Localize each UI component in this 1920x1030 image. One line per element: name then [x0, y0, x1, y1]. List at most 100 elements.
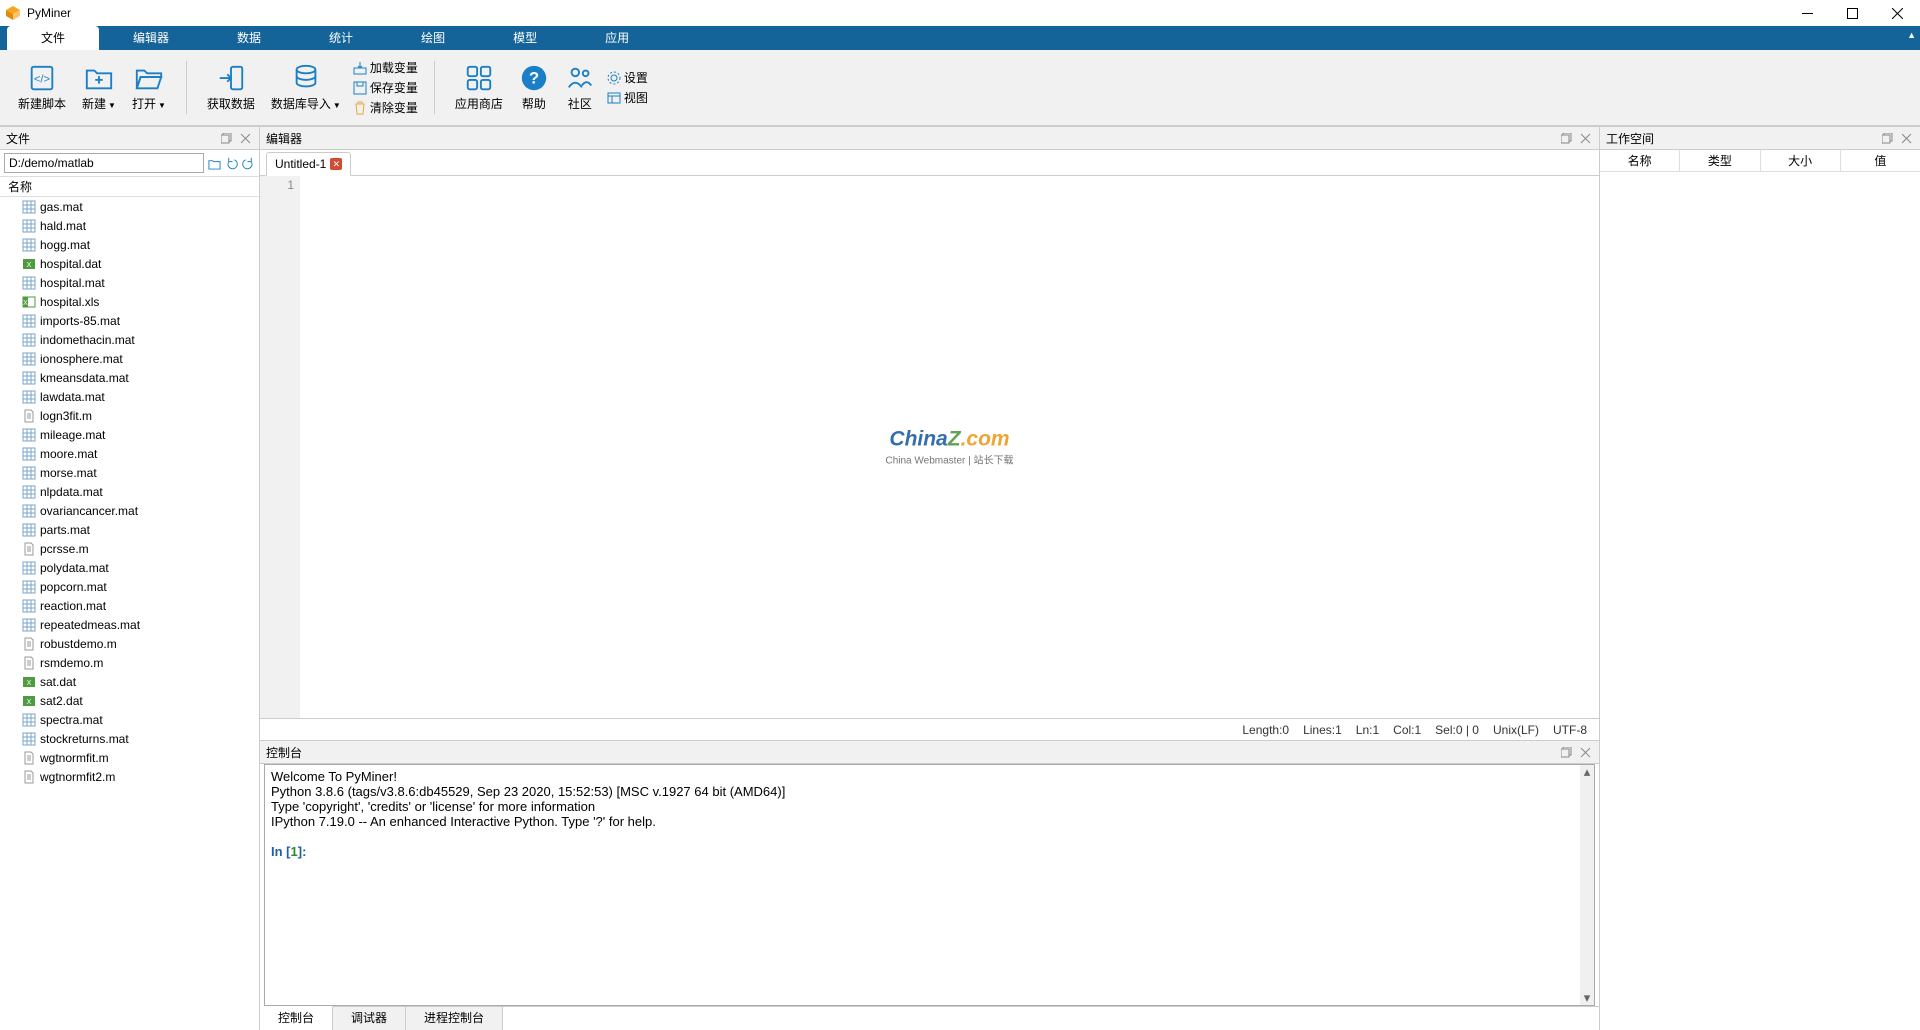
- get-data-button[interactable]: 获取数据: [199, 61, 263, 114]
- file-item[interactable]: Xhospital.dat: [0, 254, 259, 273]
- ribbon-tab-3[interactable]: 统计: [295, 26, 387, 50]
- console-tab[interactable]: 进程控制台: [406, 1007, 503, 1030]
- file-item[interactable]: stockreturns.mat: [0, 729, 259, 748]
- ribbon-tab-0[interactable]: 文件: [7, 26, 99, 50]
- undo-icon[interactable]: [224, 156, 238, 170]
- file-item[interactable]: hald.mat: [0, 216, 259, 235]
- file-item[interactable]: reaction.mat: [0, 596, 259, 615]
- file-item[interactable]: wgtnormfit2.m: [0, 767, 259, 786]
- file-item[interactable]: logn3fit.m: [0, 406, 259, 425]
- clear-var-button[interactable]: 清除变量: [349, 98, 422, 118]
- close-button[interactable]: [1875, 0, 1920, 26]
- file-icon: [22, 618, 36, 632]
- save-var-button[interactable]: 保存变量: [349, 78, 422, 98]
- ribbon-tabs: 文件编辑器数据统计绘图模型应用 ▲: [0, 26, 1920, 50]
- view-button[interactable]: 视图: [603, 88, 652, 108]
- db-import-button[interactable]: 数据库导入▼: [263, 61, 349, 114]
- pane-close-icon[interactable]: [1577, 130, 1593, 146]
- file-item[interactable]: ovariancancer.mat: [0, 501, 259, 520]
- ribbon-tab-2[interactable]: 数据: [203, 26, 295, 50]
- minimize-button[interactable]: [1785, 0, 1830, 26]
- file-item[interactable]: morse.mat: [0, 463, 259, 482]
- file-icon: [22, 751, 36, 765]
- file-item[interactable]: imports-85.mat: [0, 311, 259, 330]
- file-icon: X: [22, 675, 36, 689]
- file-item[interactable]: popcorn.mat: [0, 577, 259, 596]
- file-item[interactable]: pcrsse.m: [0, 539, 259, 558]
- file-item[interactable]: lawdata.mat: [0, 387, 259, 406]
- scroll-down-icon[interactable]: ▾: [1580, 991, 1594, 1005]
- scroll-up-icon[interactable]: ▴: [1580, 765, 1594, 779]
- file-item[interactable]: hospital.mat: [0, 273, 259, 292]
- file-item[interactable]: repeatedmeas.mat: [0, 615, 259, 634]
- workspace-column-header[interactable]: 大小: [1761, 150, 1841, 171]
- settings-button[interactable]: 设置: [603, 68, 652, 88]
- pane-restore-icon[interactable]: [1558, 130, 1574, 146]
- load-var-button[interactable]: 加载变量: [349, 58, 422, 78]
- file-item[interactable]: robustdemo.m: [0, 634, 259, 653]
- file-item[interactable]: nlpdata.mat: [0, 482, 259, 501]
- console-prompt[interactable]: In [1]:: [271, 844, 1588, 859]
- svg-text:X: X: [27, 262, 32, 269]
- status-ln: Ln:1: [1356, 723, 1379, 737]
- file-item[interactable]: moore.mat: [0, 444, 259, 463]
- new-script-icon: </>: [27, 63, 57, 93]
- file-item[interactable]: mileage.mat: [0, 425, 259, 444]
- ribbon-collapse-icon[interactable]: ▲: [1907, 30, 1916, 40]
- pane-close-icon[interactable]: [237, 130, 253, 146]
- folder-open-icon[interactable]: [207, 156, 221, 170]
- file-item[interactable]: spectra.mat: [0, 710, 259, 729]
- file-name: hospital.dat: [40, 257, 101, 271]
- editor-tab[interactable]: Untitled-1 ✕: [266, 152, 351, 176]
- file-item[interactable]: kmeansdata.mat: [0, 368, 259, 387]
- code-editor[interactable]: 1 ChinaZ.com China Webmaster | 站长下载: [260, 176, 1599, 718]
- ribbon-tab-6[interactable]: 应用: [571, 26, 663, 50]
- help-button[interactable]: ? 帮助: [511, 61, 557, 114]
- ribbon-tab-5[interactable]: 模型: [479, 26, 571, 50]
- scrollbar[interactable]: ▴ ▾: [1580, 765, 1594, 1005]
- community-button[interactable]: 社区: [557, 61, 603, 114]
- pane-restore-icon[interactable]: [218, 130, 234, 146]
- path-input[interactable]: [4, 153, 204, 173]
- gutter: 1: [260, 176, 300, 718]
- file-item[interactable]: rsmdemo.m: [0, 653, 259, 672]
- workspace-column-header[interactable]: 值: [1841, 150, 1920, 171]
- pane-restore-icon[interactable]: [1558, 744, 1574, 760]
- file-item[interactable]: polydata.mat: [0, 558, 259, 577]
- ribbon-tab-4[interactable]: 绘图: [387, 26, 479, 50]
- pane-restore-icon[interactable]: [1879, 130, 1895, 146]
- app-store-button[interactable]: 应用商店: [447, 61, 511, 114]
- file-item[interactable]: Xsat2.dat: [0, 691, 259, 710]
- file-item[interactable]: Xhospital.xls: [0, 292, 259, 311]
- workspace-column-header[interactable]: 类型: [1680, 150, 1760, 171]
- tab-close-icon[interactable]: ✕: [330, 158, 342, 170]
- file-item[interactable]: gas.mat: [0, 197, 259, 216]
- file-name: gas.mat: [40, 200, 83, 214]
- open-button[interactable]: 打开▼: [124, 61, 174, 114]
- file-item[interactable]: hogg.mat: [0, 235, 259, 254]
- new-script-button[interactable]: </> 新建脚本: [10, 61, 74, 114]
- status-eol: Unix(LF): [1493, 723, 1539, 737]
- console-tab[interactable]: 调试器: [333, 1007, 406, 1030]
- redo-icon[interactable]: [241, 156, 255, 170]
- file-item[interactable]: indomethacin.mat: [0, 330, 259, 349]
- pane-close-icon[interactable]: [1577, 744, 1593, 760]
- new-button[interactable]: 新建▼: [74, 61, 124, 114]
- file-item[interactable]: Xsat.dat: [0, 672, 259, 691]
- file-column-header[interactable]: 名称: [8, 178, 32, 195]
- console-output[interactable]: Welcome To PyMiner! Python 3.8.6 (tags/v…: [264, 764, 1595, 1006]
- clear-icon: [353, 101, 367, 115]
- ribbon-tab-1[interactable]: 编辑器: [99, 26, 203, 50]
- file-list[interactable]: gas.mathald.mathogg.matXhospital.dathosp…: [0, 197, 259, 1030]
- file-item[interactable]: parts.mat: [0, 520, 259, 539]
- maximize-button[interactable]: [1830, 0, 1875, 26]
- workspace-column-header[interactable]: 名称: [1600, 150, 1680, 171]
- file-explorer-pane: 文件 名称 gas.mathald.mathogg.matXhospital.d…: [0, 126, 260, 1030]
- file-item[interactable]: wgtnormfit.m: [0, 748, 259, 767]
- console-tab[interactable]: 控制台: [260, 1006, 333, 1030]
- pane-close-icon[interactable]: [1898, 130, 1914, 146]
- file-item[interactable]: ionosphere.mat: [0, 349, 259, 368]
- file-name: repeatedmeas.mat: [40, 618, 140, 632]
- database-icon: [291, 63, 321, 93]
- file-name: nlpdata.mat: [40, 485, 103, 499]
